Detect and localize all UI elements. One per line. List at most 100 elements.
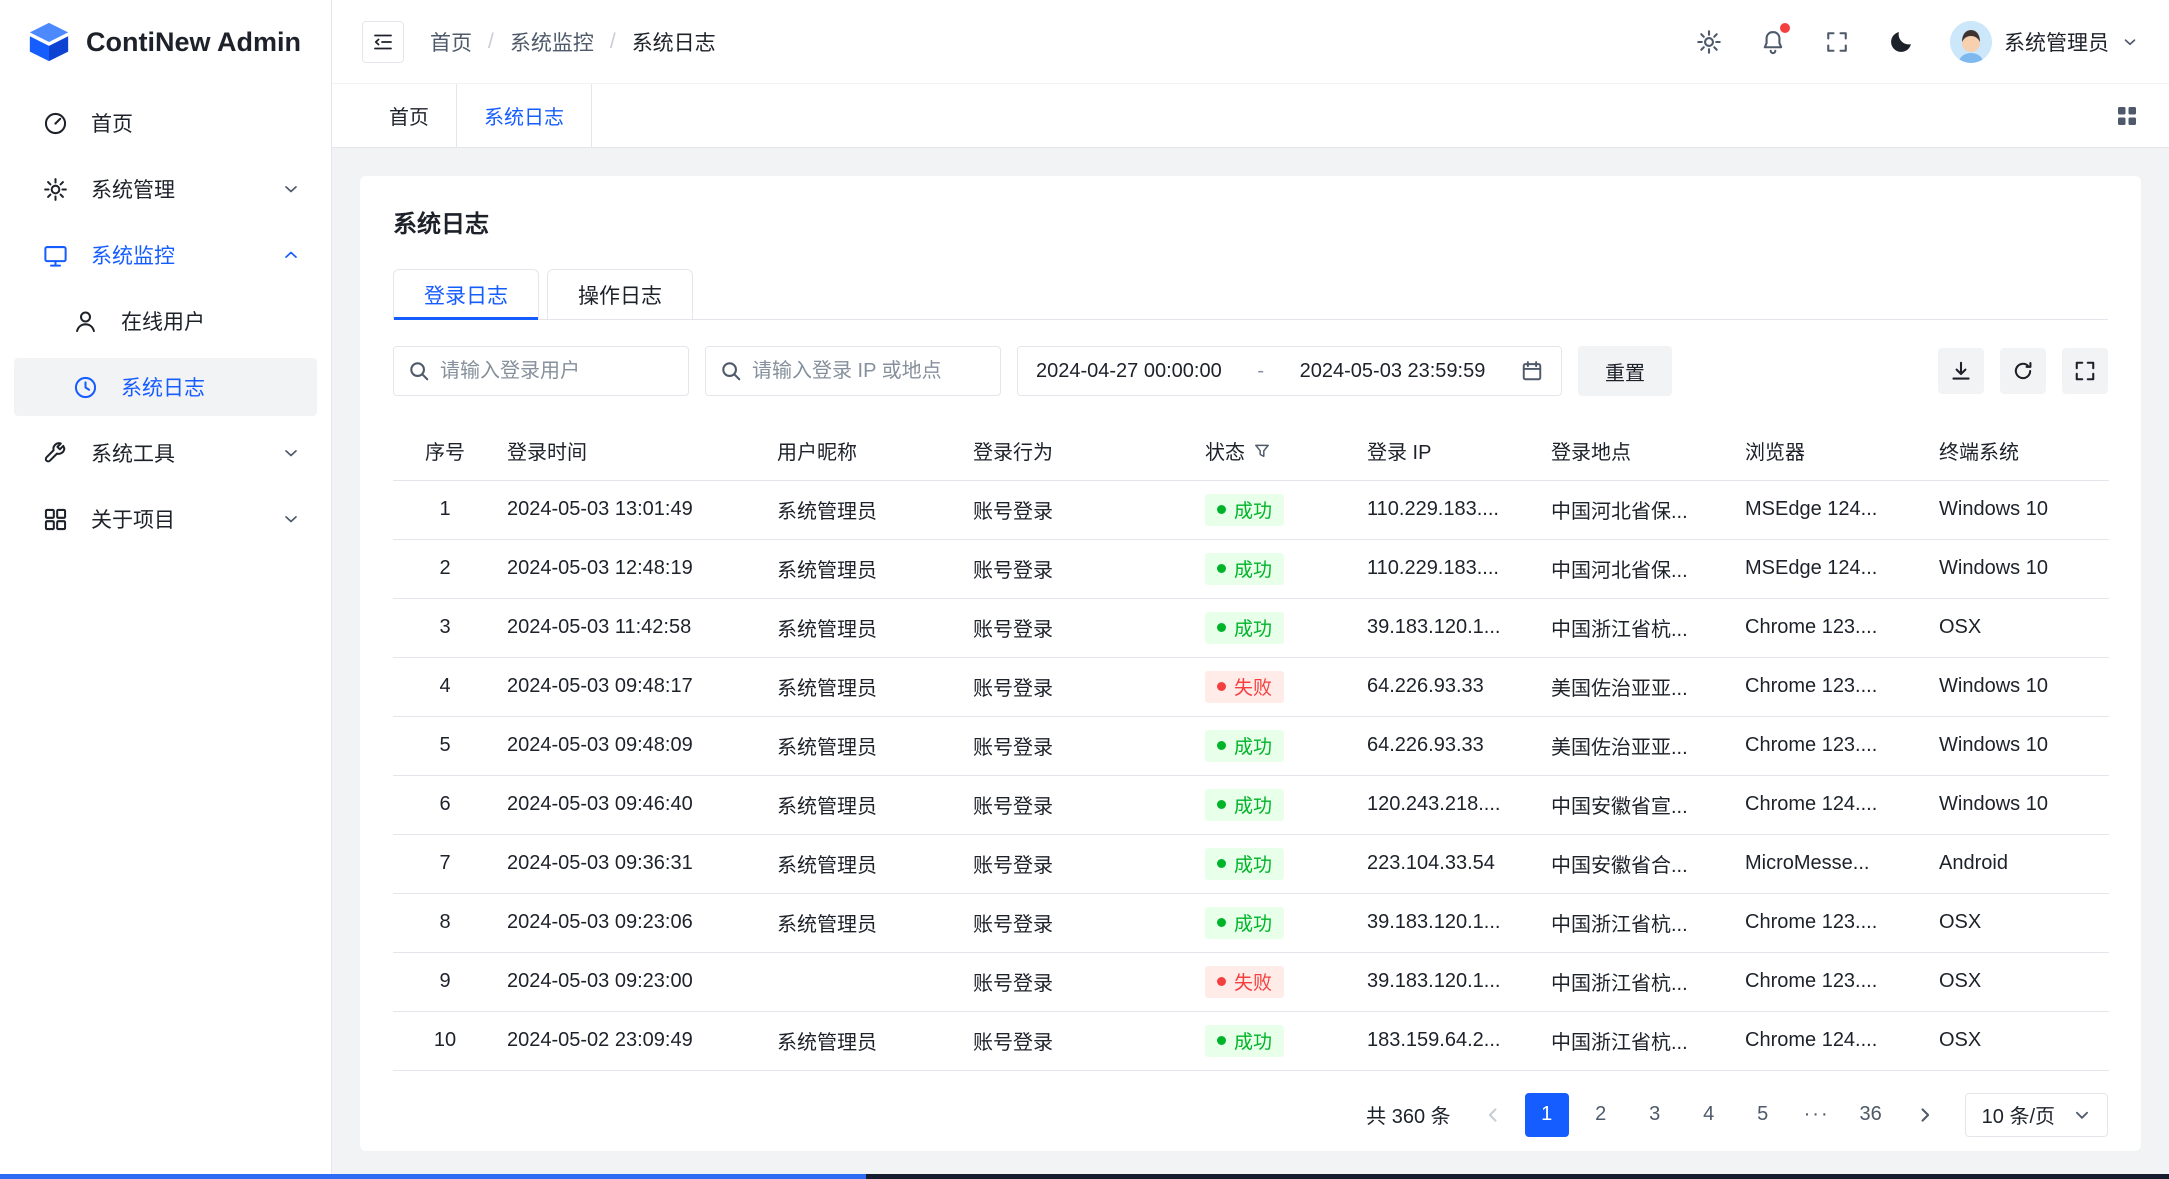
cell-time: 2024-05-03 09:23:06 <box>497 893 767 952</box>
column-header-location: 登录地点 <box>1541 422 1735 480</box>
cell-browser: Chrome 123.... <box>1735 893 1929 952</box>
column-header-status-label: 状态 <box>1205 436 1245 465</box>
cell-location: 中国浙江省杭... <box>1541 952 1735 1011</box>
sidebar-item-label: 系统管理 <box>91 174 281 204</box>
breadcrumb-separator: / <box>610 30 616 54</box>
app-root: ContiNew Admin 首页 系统管理 系统监控 在线用户 <box>0 0 2169 1179</box>
cell-nickname: 系统管理员 <box>767 1011 963 1070</box>
app-logo-icon <box>26 19 72 65</box>
refresh-button[interactable] <box>2000 348 2046 394</box>
page-button[interactable]: 3 <box>1633 1093 1677 1137</box>
settings-button[interactable] <box>1694 27 1724 57</box>
status-badge: 成功 <box>1205 848 1284 880</box>
sidebar-item-label: 系统监控 <box>91 240 281 270</box>
sidebar-item-system-tools[interactable]: 系统工具 <box>14 424 317 482</box>
table-row: 12024-05-03 13:01:49系统管理员账号登录成功110.229.1… <box>393 480 2109 539</box>
table-row: 32024-05-03 11:42:58系统管理员账号登录成功39.183.12… <box>393 598 2109 657</box>
filter-icon[interactable] <box>1253 442 1271 460</box>
cell-no: 6 <box>393 775 497 834</box>
login-log-table: 序号 登录时间 用户昵称 登录行为 状态 登录 IP 登录 <box>393 422 2109 1071</box>
page-button[interactable]: 5 <box>1741 1093 1785 1137</box>
table-row: 62024-05-03 09:46:40系统管理员账号登录成功120.243.2… <box>393 775 2109 834</box>
cell-behavior: 账号登录 <box>963 539 1195 598</box>
page-button[interactable]: 4 <box>1687 1093 1731 1137</box>
tab-system-logs[interactable]: 系统日志 <box>456 84 592 147</box>
download-icon <box>1950 360 1972 382</box>
sidebar-item-system-management[interactable]: 系统管理 <box>14 160 317 218</box>
page-size-select[interactable]: 10 条/页 <box>1965 1093 2108 1137</box>
table-row: 92024-05-03 09:23:00账号登录失败39.183.120.1..… <box>393 952 2109 1011</box>
page-title: 系统日志 <box>393 204 2108 239</box>
cell-os: Windows 10 <box>1929 716 2109 775</box>
app-logo[interactable]: ContiNew Admin <box>0 0 331 84</box>
cell-browser: Chrome 123.... <box>1735 598 1929 657</box>
sidebar-item-online-users[interactable]: 在线用户 <box>14 292 317 350</box>
cell-location: 中国浙江省杭... <box>1541 598 1735 657</box>
fullscreen-button[interactable] <box>1822 27 1852 57</box>
cell-nickname: 系统管理员 <box>767 716 963 775</box>
tab-home[interactable]: 首页 <box>362 84 456 147</box>
cell-nickname: 系统管理员 <box>767 657 963 716</box>
sidebar-item-about[interactable]: 关于项目 <box>14 490 317 548</box>
page-ellipsis[interactable]: ··· <box>1795 1093 1839 1137</box>
bottom-strip-dark <box>866 1174 2169 1179</box>
prev-page-button[interactable] <box>1471 1093 1515 1137</box>
login-ip-input[interactable] <box>752 360 986 383</box>
reset-button[interactable]: 重置 <box>1578 346 1672 396</box>
breadcrumb-item[interactable]: 系统监控 <box>510 27 594 57</box>
cell-ip: 64.226.93.33 <box>1357 716 1541 775</box>
user-menu[interactable]: 系统管理员 <box>1950 21 2139 63</box>
sidebar-item-label: 关于项目 <box>91 504 281 534</box>
tab-actions-button[interactable] <box>2115 84 2169 147</box>
cell-os: Windows 10 <box>1929 539 2109 598</box>
cell-os: Windows 10 <box>1929 657 2109 716</box>
username: 系统管理员 <box>2004 27 2109 57</box>
grid-squares-icon <box>2115 104 2139 128</box>
cell-status: 失败 <box>1195 952 1357 1011</box>
cell-os: OSX <box>1929 952 2109 1011</box>
moon-icon <box>1887 28 1915 56</box>
cell-no: 1 <box>393 480 497 539</box>
chevron-down-icon <box>2073 1106 2091 1124</box>
chevron-down-icon <box>281 179 301 199</box>
status-badge: 成功 <box>1205 553 1284 585</box>
table-fullscreen-button[interactable] <box>2062 348 2108 394</box>
cell-status: 成功 <box>1195 834 1357 893</box>
cell-location: 中国安徽省宣... <box>1541 775 1735 834</box>
status-badge: 成功 <box>1205 612 1284 644</box>
cell-status: 成功 <box>1195 893 1357 952</box>
notifications-button[interactable] <box>1758 27 1788 57</box>
cell-no: 2 <box>393 539 497 598</box>
sidebar-item-home[interactable]: 首页 <box>14 94 317 152</box>
page-button[interactable]: 36 <box>1849 1093 1893 1137</box>
cell-browser: Chrome 123.... <box>1735 657 1929 716</box>
dark-mode-button[interactable] <box>1886 27 1916 57</box>
cell-no: 5 <box>393 716 497 775</box>
cell-os: Windows 10 <box>1929 775 2109 834</box>
cell-os: OSX <box>1929 893 2109 952</box>
login-user-input[interactable] <box>440 360 674 383</box>
main-area: 首页 / 系统监控 / 系统日志 <box>332 0 2169 1179</box>
tab-login-log[interactable]: 登录日志 <box>393 269 539 319</box>
breadcrumb-item[interactable]: 首页 <box>430 27 472 57</box>
export-button[interactable] <box>1938 348 1984 394</box>
cell-behavior: 账号登录 <box>963 657 1195 716</box>
cell-nickname: 系统管理员 <box>767 539 963 598</box>
date-range-picker[interactable]: 2024-04-27 00:00:00 - 2024-05-03 23:59:5… <box>1017 346 1562 396</box>
cell-nickname: 系统管理员 <box>767 834 963 893</box>
page-button[interactable]: 2 <box>1579 1093 1623 1137</box>
app-title: ContiNew Admin <box>86 27 301 58</box>
search-icon <box>720 360 742 382</box>
fullscreen-icon <box>1823 28 1851 56</box>
tab-operation-log[interactable]: 操作日志 <box>547 269 693 319</box>
gear-icon <box>42 176 69 203</box>
cell-no: 9 <box>393 952 497 1011</box>
sidebar-item-system-logs[interactable]: 系统日志 <box>14 358 317 416</box>
cell-status: 成功 <box>1195 480 1357 539</box>
status-badge: 成功 <box>1205 907 1284 939</box>
chevron-down-icon <box>2121 33 2139 51</box>
next-page-button[interactable] <box>1903 1093 1947 1137</box>
sidebar-item-system-monitor[interactable]: 系统监控 <box>14 226 317 284</box>
sidebar-collapse-button[interactable] <box>362 21 404 63</box>
page-button[interactable]: 1 <box>1525 1093 1569 1137</box>
